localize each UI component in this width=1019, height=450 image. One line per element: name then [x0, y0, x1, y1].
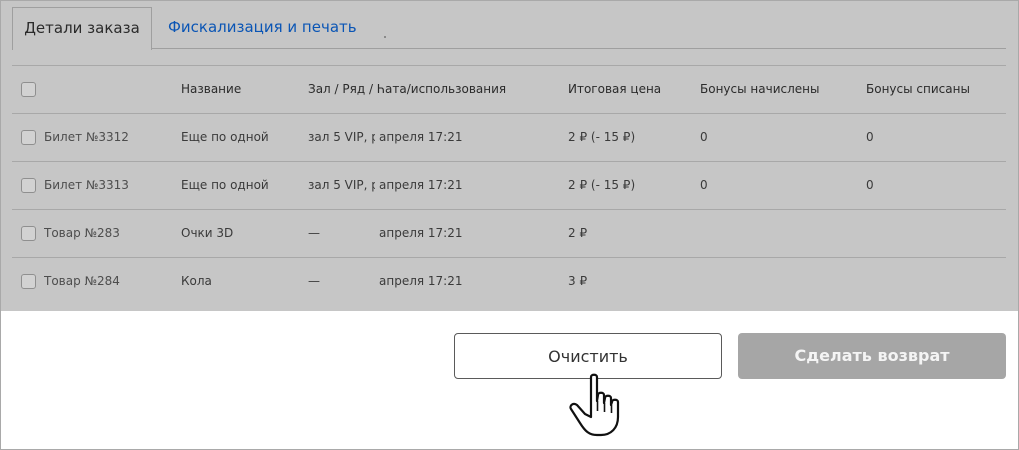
item-bonus-spent — [866, 210, 996, 257]
table-row: Товар №283 Очки 3D — апреля 17:21 2 ₽ — [12, 209, 1006, 257]
row-checkbox[interactable] — [21, 226, 36, 241]
tab-fiscalization-print[interactable]: Фискализация и печать — [168, 7, 357, 48]
dimmed-order-panel: Детали заказа Фискализация и печать Назв… — [1, 1, 1018, 311]
refund-button[interactable]: Сделать возврат — [738, 333, 1006, 379]
item-hall: зал 5 VIP, ря — [308, 130, 375, 144]
table-row: Товар №284 Кола — апреля 17:21 3 ₽ — [12, 257, 1006, 305]
table-header-row: Название Зал / Ряд / Һата/использования … — [12, 65, 1006, 113]
row-checkbox[interactable] — [21, 130, 36, 145]
item-date: апреля 17:21 — [379, 130, 463, 144]
header-bonus-spent: Бонусы списаны — [866, 82, 970, 96]
item-name: Очки 3D — [181, 226, 234, 240]
item-bonus-spent: 0 — [866, 178, 874, 192]
header-hall-date: Зал / Ряд / Һата/использования — [308, 82, 507, 96]
item-name: Еще по одной — [181, 178, 269, 192]
artifact-dot — [384, 36, 386, 38]
header-name: Название — [181, 82, 242, 96]
item-id: Билет №3312 — [44, 130, 129, 144]
order-items-table: Название Зал / Ряд / Һата/использования … — [12, 65, 1006, 305]
item-date: апреля 17:21 — [379, 178, 463, 192]
item-bonus-added — [700, 258, 850, 305]
item-price: 2 ₽ (- 15 ₽) — [568, 130, 636, 144]
table-row: Билет №3312 Еще по одной зал 5 VIP, ря а… — [12, 113, 1006, 161]
item-bonus-added — [700, 210, 850, 257]
row-checkbox[interactable] — [21, 274, 36, 289]
item-id: Товар №284 — [44, 274, 120, 288]
item-price: 2 ₽ — [568, 226, 588, 240]
table-row: Билет №3313 Еще по одной зал 5 VIP, ря а… — [12, 161, 1006, 209]
item-name: Кола — [181, 274, 212, 288]
item-hall: — — [308, 274, 320, 288]
item-bonus-spent — [866, 258, 996, 305]
item-hall: зал 5 VIP, ря — [308, 178, 375, 192]
header-bonus-added: Бонусы начислены — [700, 82, 820, 96]
item-date: апреля 17:21 — [379, 274, 463, 288]
item-bonus-added: 0 — [700, 178, 708, 192]
tab-order-details[interactable]: Детали заказа — [12, 7, 152, 50]
tab-bar: Детали заказа Фискализация и печать — [12, 7, 1006, 50]
item-bonus-spent: 0 — [866, 130, 874, 144]
item-id: Товар №283 — [44, 226, 120, 240]
item-id: Билет №3313 — [44, 178, 129, 192]
row-checkbox[interactable] — [21, 178, 36, 193]
item-date: апреля 17:21 — [379, 226, 463, 240]
item-name: Еще по одной — [181, 130, 269, 144]
item-bonus-added: 0 — [700, 130, 708, 144]
header-price: Итоговая цена — [568, 82, 662, 96]
item-price: 2 ₽ (- 15 ₽) — [568, 178, 636, 192]
select-all-checkbox[interactable] — [21, 82, 36, 97]
hand-pointer-icon — [569, 373, 620, 437]
item-hall: — — [308, 226, 320, 240]
window-frame: Детали заказа Фискализация и печать Назв… — [0, 0, 1019, 450]
item-price: 3 ₽ — [568, 274, 588, 288]
